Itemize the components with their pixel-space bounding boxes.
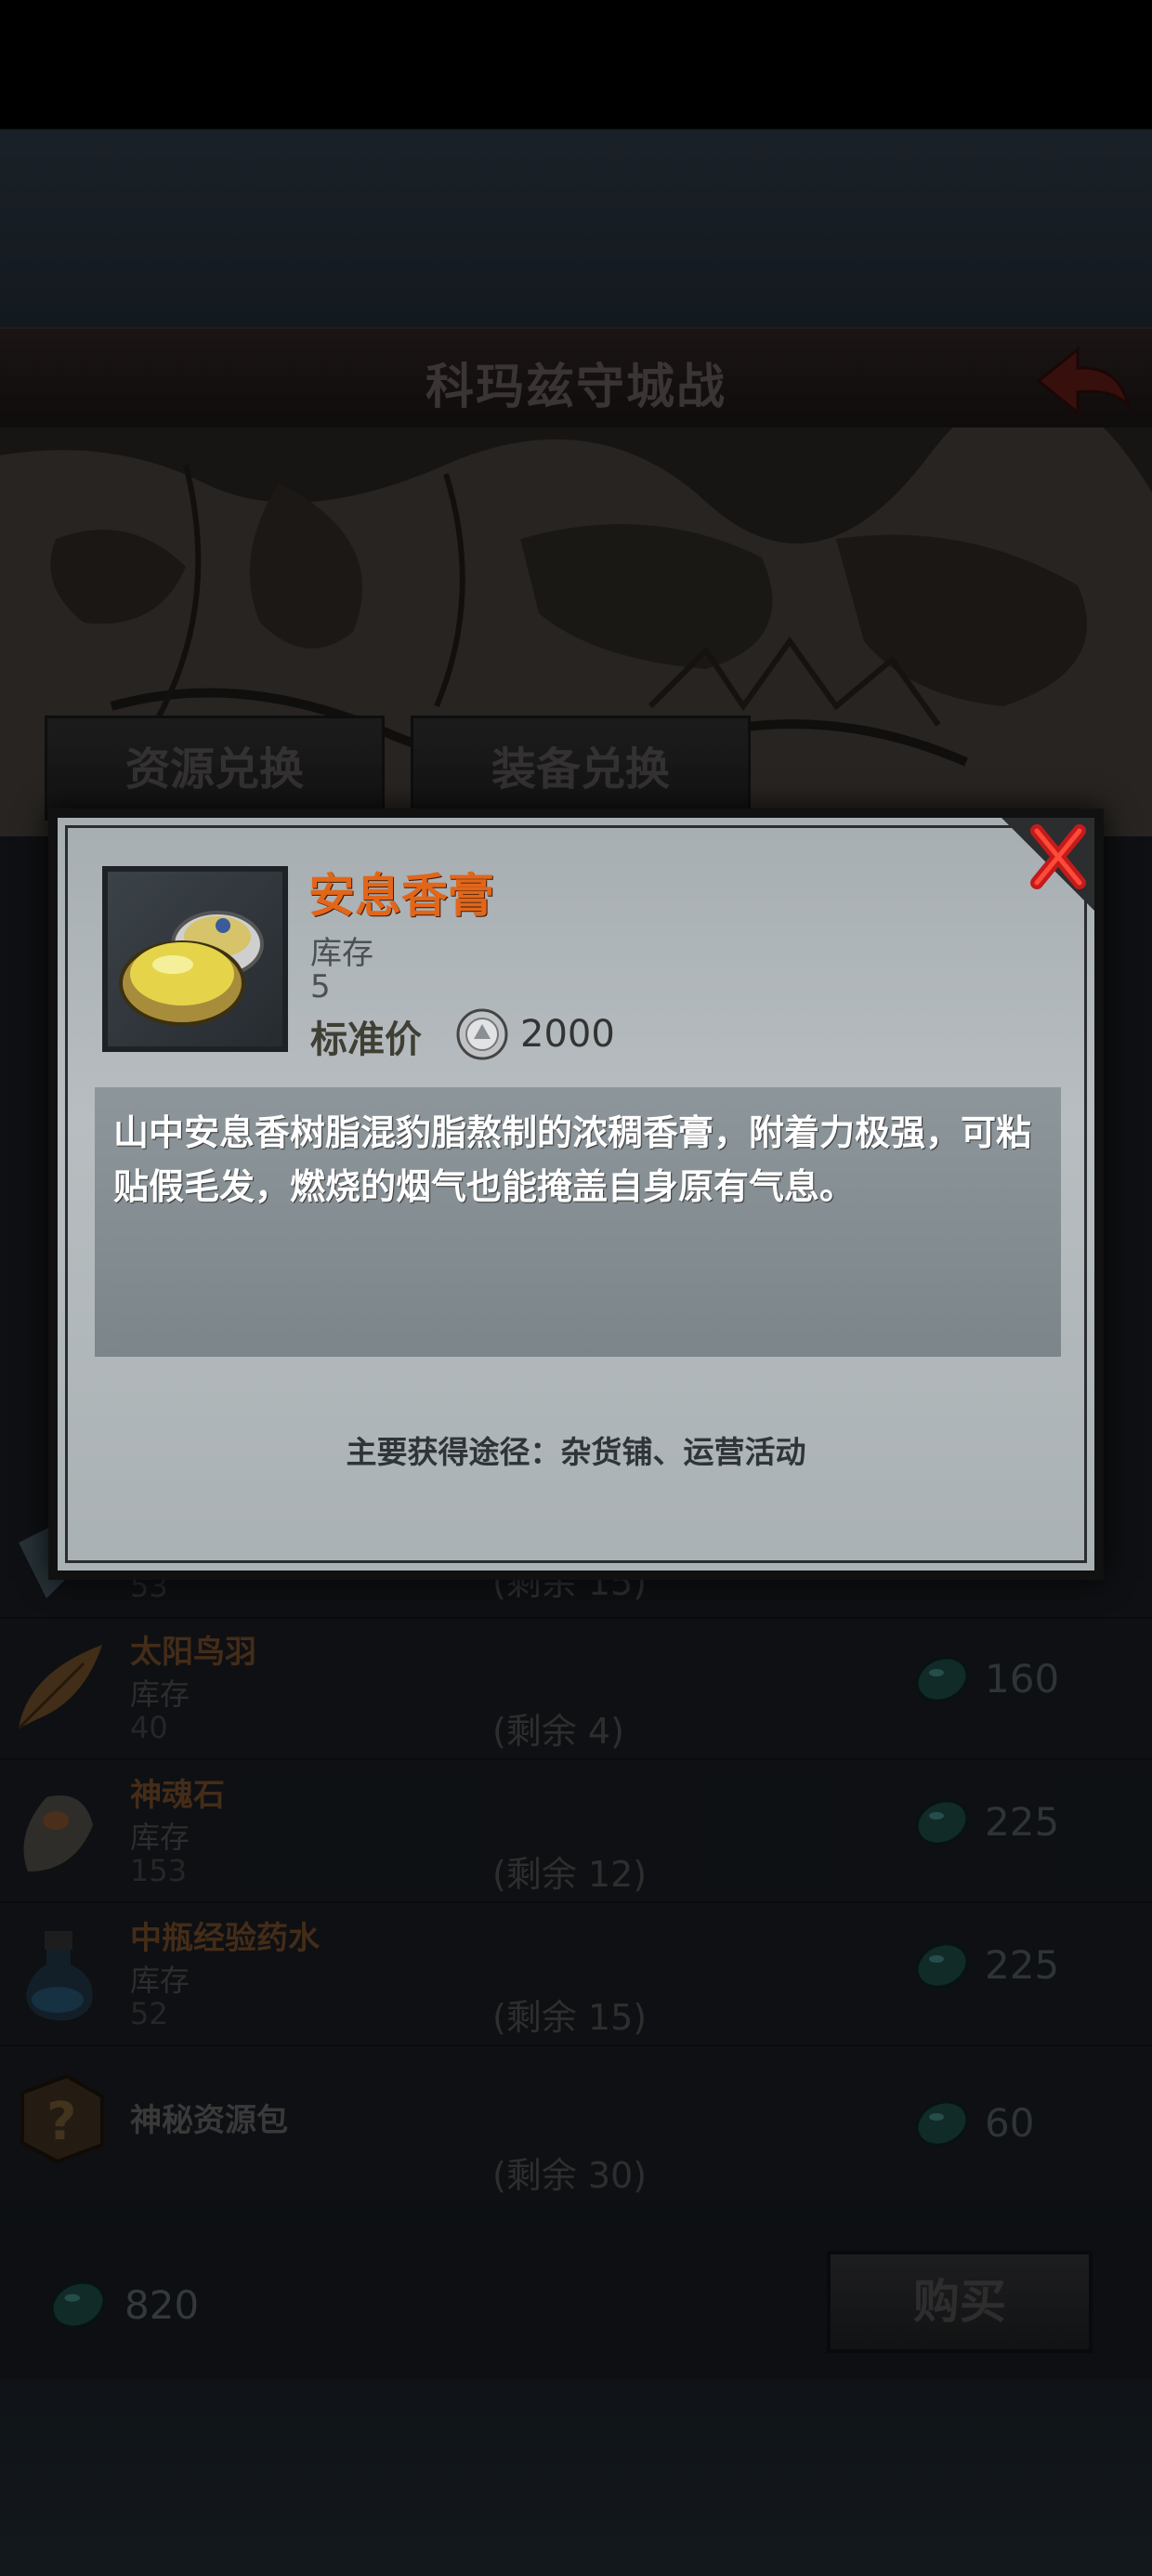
item-icon-frame xyxy=(102,866,288,1052)
item-detail-popup: 安息香膏 库存 5 标准价 2000 山中安息香树脂混豹脂熬制的浓稠香膏，附着力… xyxy=(48,808,1104,1580)
stock-label: 库存 xyxy=(310,935,373,972)
price-label: 标准价 xyxy=(310,1019,422,1061)
item-name: 安息香膏 xyxy=(308,869,494,923)
silver-coin-icon xyxy=(456,1008,508,1060)
close-icon[interactable] xyxy=(1001,818,1094,911)
game-screen: 科玛兹守城战 资源兑换 装备兑换 53 (剩余 15) 太阳鸟羽 库存 40 (… xyxy=(0,0,1152,2576)
item-stock: 5 xyxy=(310,968,331,1005)
item-description: 山中安息香树脂混豹脂熬制的浓稠香膏，附着力极强，可粘贴假毛发，燃烧的烟气也能掩盖… xyxy=(113,1112,1032,1207)
description-box: 山中安息香树脂混豹脂熬制的浓稠香膏，附着力极强，可粘贴假毛发，燃烧的烟气也能掩盖… xyxy=(95,1087,1061,1357)
item-price: 2000 xyxy=(520,1013,615,1056)
item-source: 主要获得途径：杂货铺、运营活动 xyxy=(346,1434,806,1470)
balm-jar-icon xyxy=(119,911,264,1026)
